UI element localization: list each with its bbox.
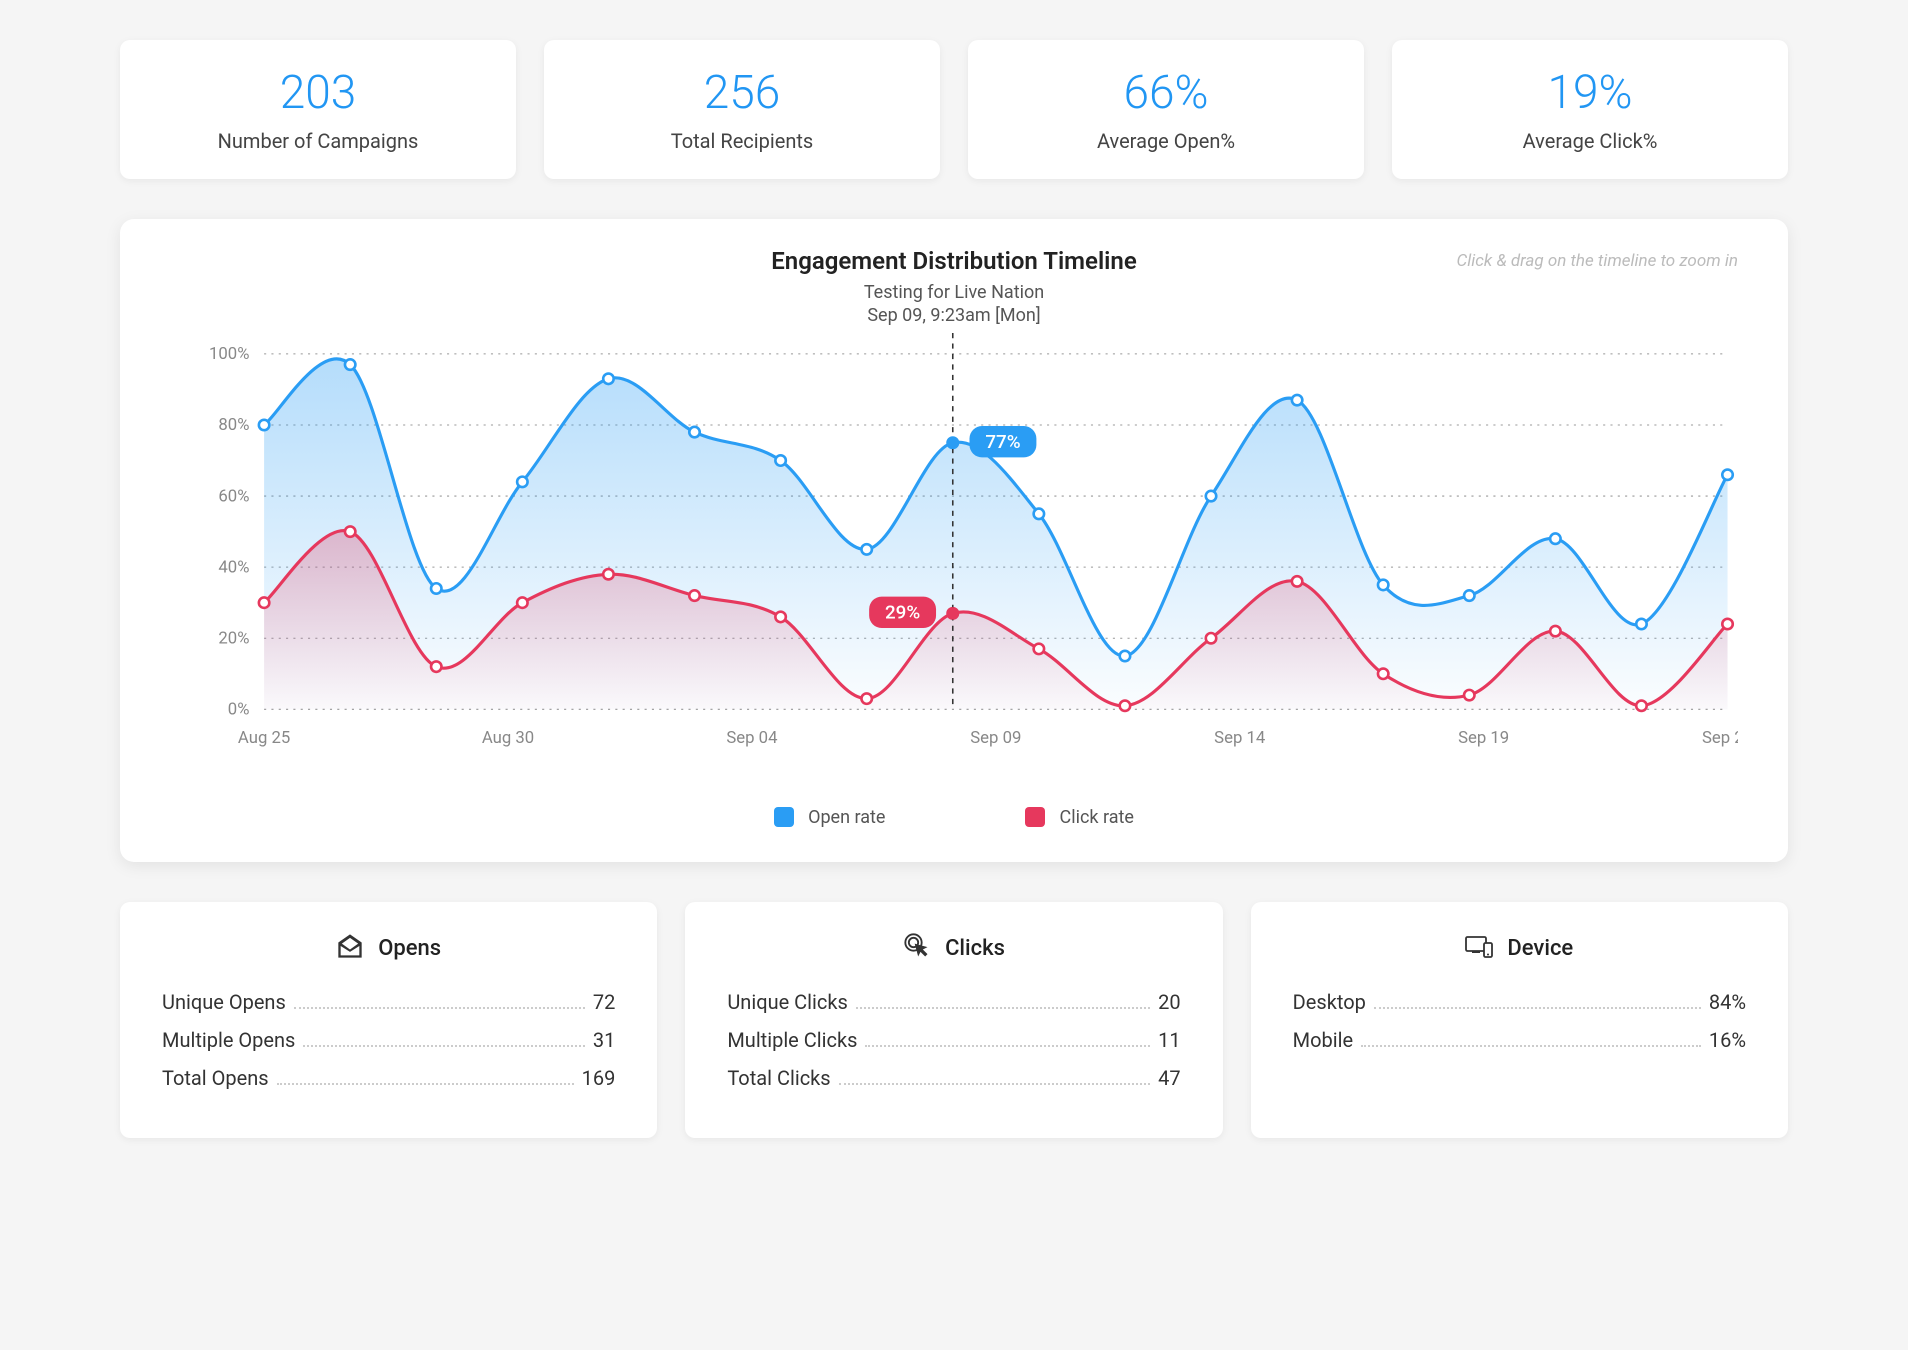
engagement-chart-card: Engagement Distribution Timeline Click &…: [120, 219, 1788, 862]
legend-label: Click rate: [1059, 807, 1133, 828]
stat-row: Total Clicks 47: [727, 1066, 1180, 1090]
opens-head: Opens: [162, 932, 615, 966]
clicks-head: Clicks: [727, 932, 1180, 966]
stat-row: Unique Opens 72: [162, 990, 615, 1014]
devices-icon: [1465, 932, 1493, 966]
stat-label: Total Clicks: [727, 1066, 830, 1090]
stats-row: Opens Unique Opens 72 Multiple Opens 31 To…: [120, 902, 1788, 1138]
legend-click-rate[interactable]: Click rate: [1025, 807, 1133, 828]
legend-label: Open rate: [808, 807, 885, 828]
stats-title: Opens: [378, 936, 441, 961]
legend-open-rate[interactable]: Open rate: [774, 807, 885, 828]
stats-title: Clicks: [945, 936, 1005, 961]
chart-zoom-hint: Click & drag on the timeline to zoom in: [1457, 251, 1738, 271]
kpi-row: 203 Number of Campaigns 256 Total Recipi…: [120, 40, 1788, 179]
kpi-value: 66%: [988, 68, 1344, 119]
svg-text:Sep 24: Sep 24: [1702, 728, 1738, 748]
stat-row: Multiple Opens 31: [162, 1028, 615, 1052]
stat-label: Mobile: [1293, 1028, 1353, 1052]
kpi-value: 19%: [1412, 68, 1768, 119]
svg-text:Aug 25: Aug 25: [238, 728, 290, 748]
svg-text:60%: 60%: [218, 487, 249, 507]
kpi-value: 256: [564, 68, 920, 119]
stat-row: Mobile 16%: [1293, 1028, 1746, 1052]
envelope-open-icon: [336, 932, 364, 966]
kpi-value: 203: [140, 68, 496, 119]
svg-text:20%: 20%: [218, 629, 249, 649]
kpi-label: Total Recipients: [564, 129, 920, 153]
chart-header: Engagement Distribution Timeline Click &…: [170, 247, 1738, 275]
svg-text:0%: 0%: [228, 700, 250, 720]
svg-text:80%: 80%: [218, 416, 249, 436]
stat-value: 47: [1158, 1066, 1180, 1090]
svg-text:Sep 14: Sep 14: [1214, 728, 1266, 748]
annotation-line1: Testing for Live Nation: [864, 282, 1044, 303]
svg-text:40%: 40%: [218, 558, 249, 578]
kpi-open-rate: 66% Average Open%: [968, 40, 1364, 179]
stat-value: 11: [1158, 1028, 1180, 1052]
svg-text:Aug 30: Aug 30: [482, 728, 534, 748]
stat-label: Multiple Clicks: [727, 1028, 857, 1052]
stat-label: Desktop: [1293, 990, 1366, 1014]
svg-text:Sep 09: Sep 09: [970, 728, 1021, 748]
stat-label: Total Opens: [162, 1066, 269, 1090]
stat-row: Desktop 84%: [1293, 990, 1746, 1014]
svg-text:Sep 04: Sep 04: [726, 728, 778, 748]
kpi-label: Average Open%: [988, 129, 1344, 153]
legend-swatch-click: [1025, 807, 1045, 827]
svg-text:100%: 100%: [209, 345, 249, 365]
stat-value: 169: [582, 1066, 616, 1090]
stat-row: Total Opens 169: [162, 1066, 615, 1090]
kpi-recipients: 256 Total Recipients: [544, 40, 940, 179]
stat-value: 31: [593, 1028, 615, 1052]
legend-swatch-open: [774, 807, 794, 827]
svg-text:77%: 77%: [985, 431, 1020, 453]
chart-annotation: Testing for Live Nation Sep 09, 9:23am […: [170, 281, 1738, 328]
opens-card: Opens Unique Opens 72 Multiple Opens 31 To…: [120, 902, 657, 1138]
stat-label: Unique Opens: [162, 990, 286, 1014]
kpi-click-rate: 19% Average Click%: [1392, 40, 1788, 179]
kpi-campaigns: 203 Number of Campaigns: [120, 40, 516, 179]
stats-title: Device: [1507, 936, 1573, 961]
cursor-click-icon: [903, 932, 931, 966]
svg-text:Sep 19: Sep 19: [1458, 728, 1509, 748]
stat-value: 20: [1158, 990, 1180, 1014]
stat-value: 84%: [1709, 990, 1746, 1014]
svg-text:29%: 29%: [885, 602, 920, 624]
stat-label: Multiple Opens: [162, 1028, 295, 1052]
timeline-chart[interactable]: 0% 20% 40% 60% 80% 100% Aug 25 Aug 30 Sep 04 Sep …: [170, 333, 1738, 782]
stat-value: 72: [593, 990, 615, 1014]
clicks-card: Clicks Unique Clicks 20 Multiple Clicks 11…: [685, 902, 1222, 1138]
stat-value: 16%: [1709, 1028, 1746, 1052]
device-card: Device Desktop 84% Mobile 16%: [1251, 902, 1788, 1138]
stat-row: Multiple Clicks 11: [727, 1028, 1180, 1052]
stat-label: Unique Clicks: [727, 990, 848, 1014]
annotation-line2: Sep 09, 9:23am [Mon]: [867, 305, 1040, 326]
kpi-label: Average Click%: [1412, 129, 1768, 153]
stat-row: Unique Clicks 20: [727, 990, 1180, 1014]
device-head: Device: [1293, 932, 1746, 966]
chart-legend: Open rate Click rate: [170, 807, 1738, 828]
kpi-label: Number of Campaigns: [140, 129, 496, 153]
